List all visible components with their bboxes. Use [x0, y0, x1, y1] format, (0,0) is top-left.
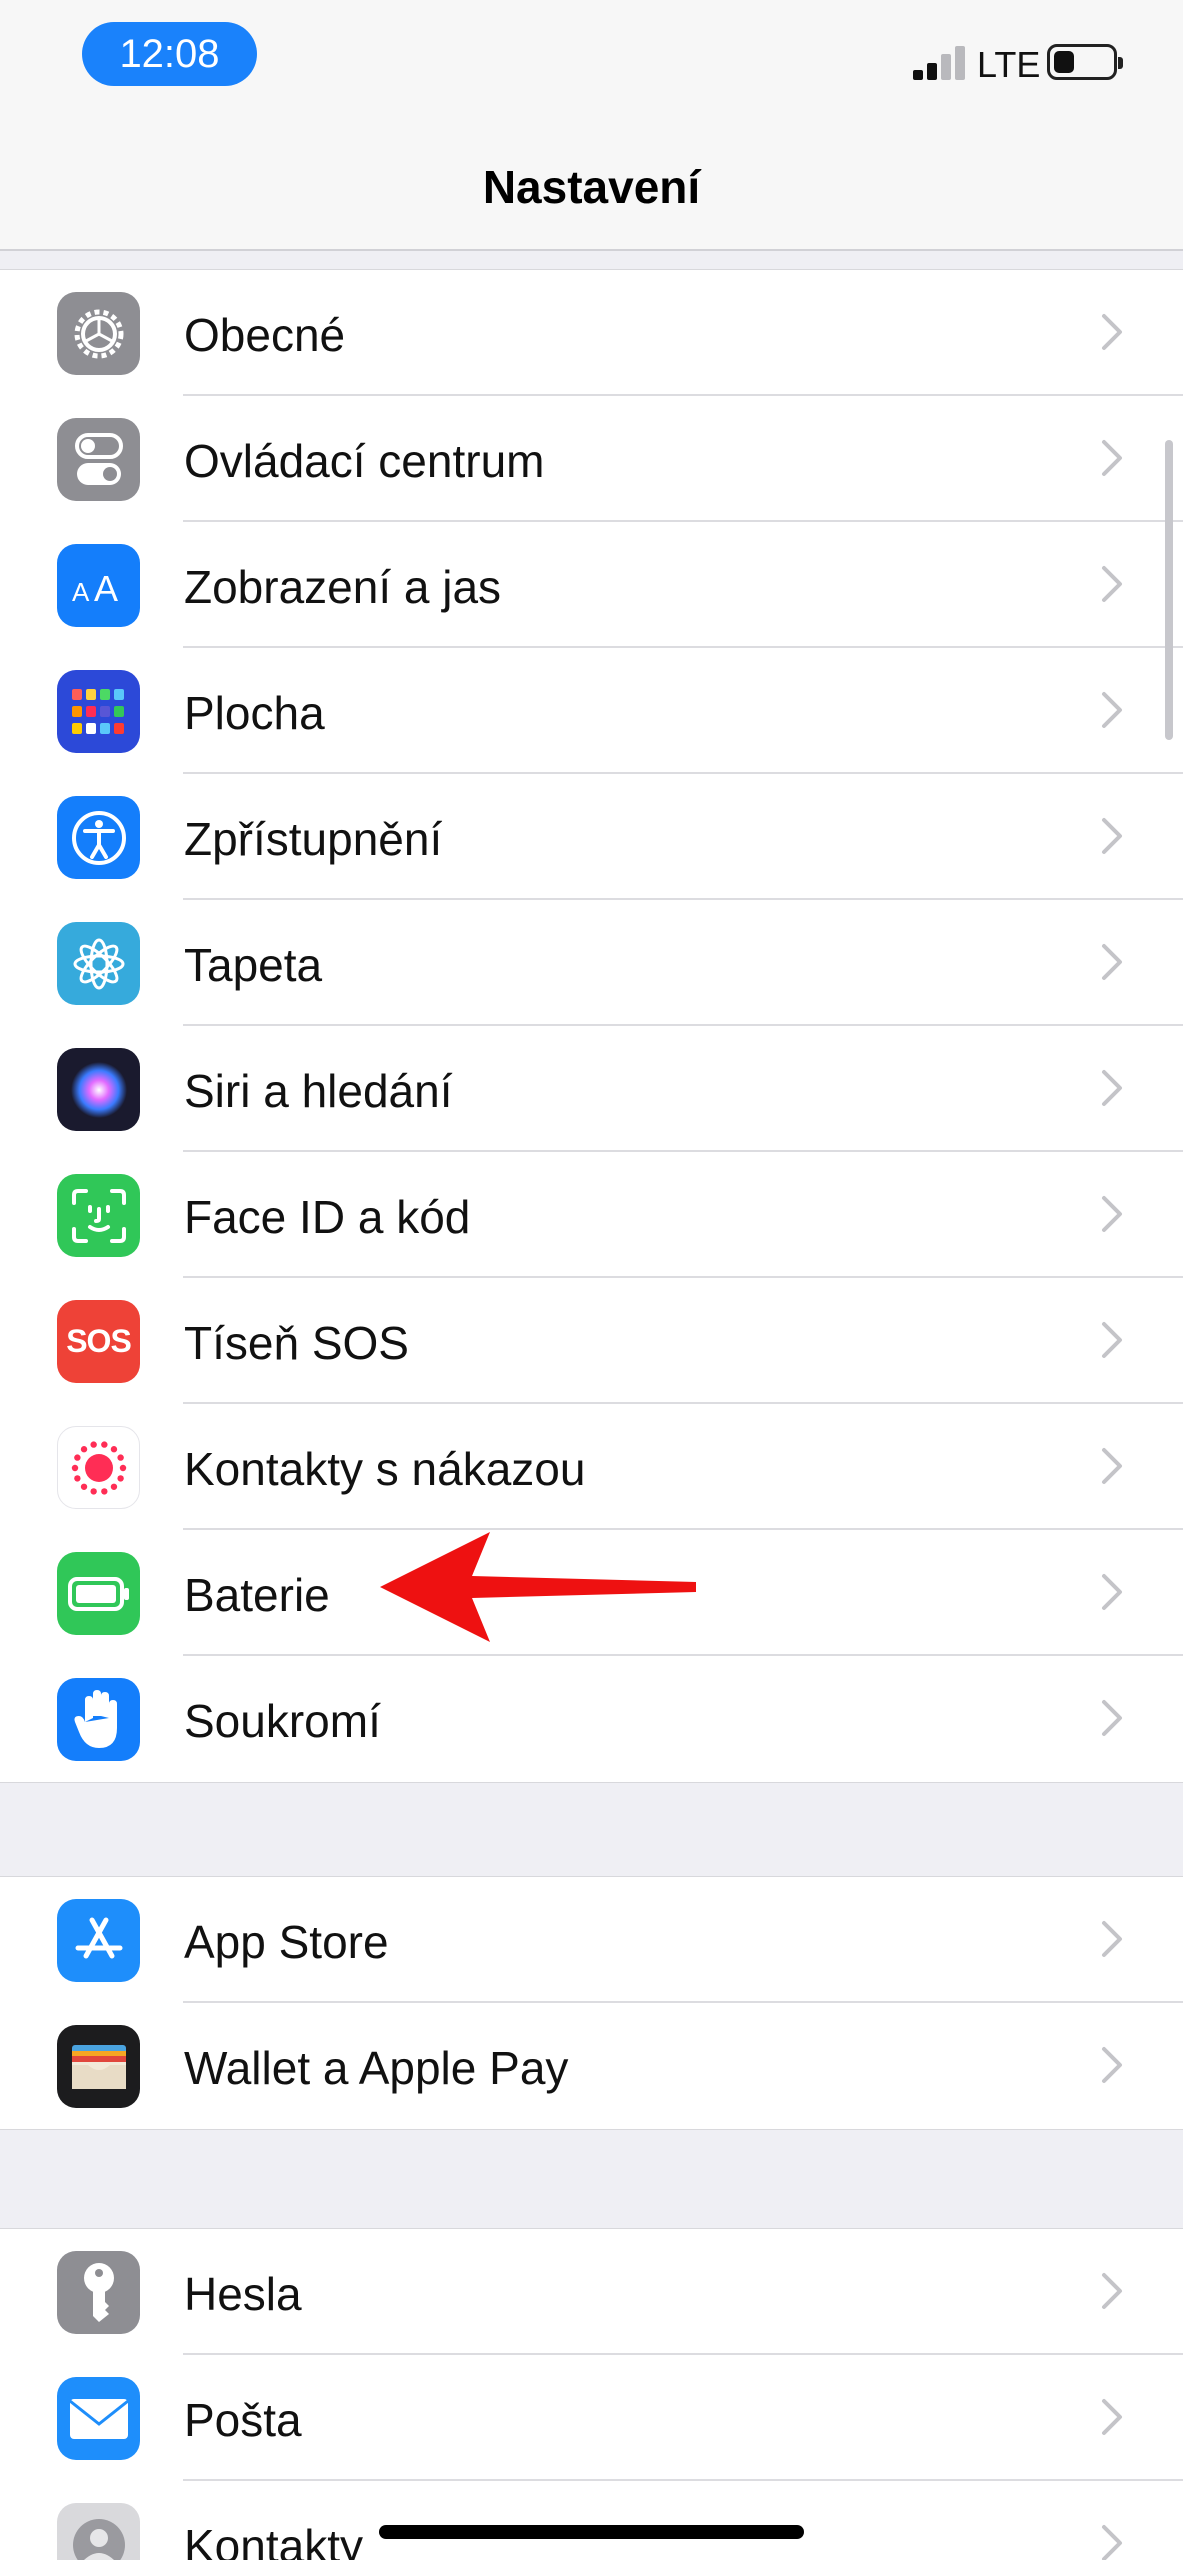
settings-row-text-size[interactable]: A A Zobrazení a jas [0, 522, 1183, 648]
status-time[interactable]: 12:08 [82, 22, 257, 86]
settings-row-label: Baterie [184, 1569, 330, 1621]
settings-row-gear[interactable]: Obecné [0, 270, 1183, 396]
navigation-bar: Nastavení [0, 120, 1183, 251]
settings-row-label: Obecné [184, 309, 346, 361]
status-bar: 12:08 LTE [0, 0, 1183, 120]
app-store-icon [57, 1899, 140, 1982]
sos-icon-text: SOS [66, 1323, 132, 1359]
settings-row-hand[interactable]: Soukromí [0, 1656, 1183, 1782]
settings-row-label: Hesla [184, 2268, 302, 2320]
home-indicator[interactable] [379, 2525, 804, 2539]
settings-row-wallet[interactable]: Wallet a Apple Pay [0, 2003, 1183, 2129]
text-size-icon: AA [57, 544, 140, 627]
settings-row-siri[interactable]: Siri a hledání [0, 1026, 1183, 1152]
settings-row-label: Tapeta [184, 939, 323, 991]
exposure-notification-icon [57, 1426, 140, 1509]
settings-row-contacts[interactable]: Kontakty [0, 2481, 1183, 2560]
settings-row-flower[interactable]: Tapeta [0, 900, 1183, 1026]
network-type: LTE [977, 44, 1041, 85]
settings-row-key[interactable]: Hesla [0, 2229, 1183, 2355]
settings-row-exposure-notification[interactable]: Kontakty s nákazou [0, 1404, 1183, 1530]
chevron-right-icon [1100, 816, 1124, 856]
chevron-right-icon [1100, 2397, 1124, 2437]
chevron-right-icon [1100, 1572, 1124, 1612]
mail-icon [57, 2377, 140, 2460]
battery-level [1054, 51, 1074, 73]
settings-row-label: Tíseň SOS [184, 1317, 409, 1369]
signal-strength-icon [913, 44, 965, 80]
settings-group-store: App Store Wallet a Apple Pay [0, 1876, 1183, 2130]
settings-row-accessibility[interactable]: Zpřístupnění [0, 774, 1183, 900]
chevron-right-icon [1100, 1698, 1124, 1738]
sos-icon: SOS [57, 1300, 140, 1383]
svg-text:A: A [72, 577, 90, 607]
contacts-icon [57, 2503, 140, 2560]
settings-row-home-screen-grid[interactable]: Plocha [0, 648, 1183, 774]
flower-icon [57, 922, 140, 1005]
chevron-right-icon [1100, 564, 1124, 604]
chevron-right-icon [1100, 1320, 1124, 1360]
key-icon [57, 2251, 140, 2334]
settings-row-label: Zobrazení a jas [184, 561, 502, 613]
svg-text:A: A [94, 568, 118, 609]
settings-row-app-store[interactable]: App Store [0, 1877, 1183, 2003]
gear-icon [57, 292, 140, 375]
chevron-right-icon [1100, 1194, 1124, 1234]
face-id-icon [57, 1174, 140, 1257]
settings-row-label: App Store [184, 1916, 389, 1968]
chevron-right-icon [1100, 1446, 1124, 1486]
settings-row-mail[interactable]: Pošta [0, 2355, 1183, 2481]
home-screen-grid-icon [57, 670, 140, 753]
accessibility-icon [57, 796, 140, 879]
settings-row-label: Face ID a kód [184, 1191, 471, 1243]
wallet-icon [57, 2025, 140, 2108]
page-title: Nastavení [482, 161, 701, 213]
chevron-right-icon [1100, 438, 1124, 478]
chevron-right-icon [1100, 2045, 1124, 2085]
red-arrow-annotation [380, 1532, 696, 1642]
settings-group-accounts: Hesla Pošta Kontakty [0, 2228, 1183, 2560]
settings-row-sos[interactable]: SOS Tíseň SOS [0, 1278, 1183, 1404]
battery-icon [57, 1552, 140, 1635]
settings-row-face-id[interactable]: Face ID a kód [0, 1152, 1183, 1278]
chevron-right-icon [1100, 312, 1124, 352]
settings-row-toggle[interactable]: Ovládací centrum [0, 396, 1183, 522]
settings-row-label: Zpřístupnění [184, 813, 443, 865]
settings-row-label: Kontakty [184, 2520, 363, 2560]
chevron-right-icon [1100, 2523, 1124, 2560]
settings-row-label: Plocha [184, 687, 325, 739]
chevron-right-icon [1100, 2271, 1124, 2311]
toggle-icon [57, 418, 140, 501]
settings-row-label: Wallet a Apple Pay [184, 2042, 569, 2094]
settings-row-label: Siri a hledání [184, 1065, 453, 1117]
chevron-right-icon [1100, 690, 1124, 730]
settings-row-label: Ovládací centrum [184, 435, 545, 487]
chevron-right-icon [1100, 1068, 1124, 1108]
siri-icon [57, 1048, 140, 1131]
settings-row-label: Pošta [184, 2394, 302, 2446]
chevron-right-icon [1100, 1919, 1124, 1959]
scrollbar[interactable] [1165, 440, 1173, 740]
settings-row-label: Kontakty s nákazou [184, 1443, 586, 1495]
battery-status-icon [1047, 44, 1123, 80]
chevron-right-icon [1100, 942, 1124, 982]
hand-icon [57, 1678, 140, 1761]
settings-row-label: Soukromí [184, 1695, 381, 1747]
